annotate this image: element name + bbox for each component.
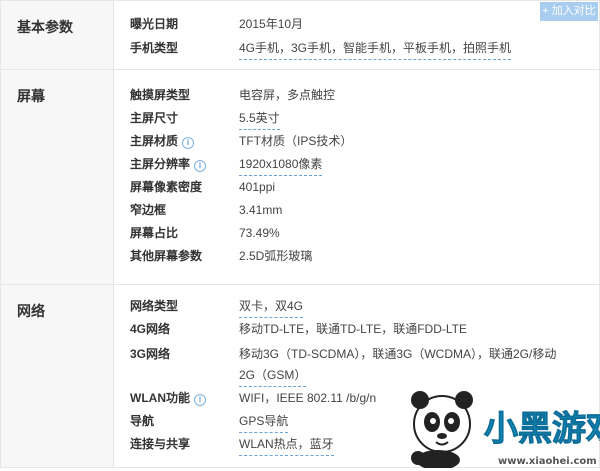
spec-row-screen-material: 主屏材质 i TFT材质（IPS技术） [130,130,599,152]
spec-label: WLAN功能 [130,391,190,405]
spec-label: 屏幕占比 [130,226,179,240]
logo-url: www.xiaohei.com [498,456,597,467]
spec-label: 3G网络 [130,347,171,361]
spec-value: TFT材质（IPS技术） [239,134,353,148]
spec-label: 连接与共享 [130,437,191,451]
spec-label: 手机类型 [130,41,179,55]
spec-value-link[interactable]: 双卡，双4G [239,295,304,318]
category-title: 屏幕 [17,88,45,104]
spec-label: 窄边框 [130,203,167,217]
info-icon[interactable]: i [194,394,206,406]
panda-logo-icon: 小黑游戏 www.xiaohei.com [411,391,600,470]
spec-label-wrap: WLAN功能 i [130,387,206,409]
spec-row-other-screen: 其他屏幕参数 2.5D弧形玻璃 [130,245,599,267]
spec-value: 2015年10月 [239,17,304,31]
spec-row-touch-type: 触摸屏类型 电容屏，多点触控 [130,84,599,106]
spec-value: 73.49% [239,226,280,240]
info-icon[interactable]: i [182,137,195,149]
spec-row-3g-cont: 2G（GSM） [130,364,599,387]
spec-value: 移动TD-LTE，联通TD-LTE，联通FDD-LTE [239,322,467,336]
spec-label-wrap: 主屏材质 i [130,130,195,152]
spec-row-phone-type: 手机类型 4G手机，3G手机，智能手机，平板手机，拍照手机 [130,37,599,60]
spec-value: 401ppi [239,180,276,194]
category-title: 网络 [17,303,45,319]
spec-label: 网络类型 [130,299,179,313]
spec-value: 2.5D弧形玻璃 [239,249,313,263]
spec-label: 屏幕像素密度 [130,180,203,194]
category-column: 基本参数 [1,1,114,69]
spec-label: 其他屏幕参数 [130,249,203,263]
category-title: 基本参数 [17,19,73,35]
spec-row-4g: 4G网络 移动TD-LTE，联通TD-LTE，联通FDD-LTE [130,318,599,340]
spec-label: 触摸屏类型 [130,88,191,102]
section-basic: 基本参数 曝光日期 2015年10月 手机类型 4G手机，3G手机，智能手机，平… [1,1,599,69]
spec-row-release-date: 曝光日期 2015年10月 [130,13,599,35]
category-column: 屏幕 [1,70,114,284]
spec-value-link[interactable]: GPS导航 [239,410,289,433]
spec-row-3g: 3G网络 移动3G（TD-SCDMA），联通3G（WCDMA），联通2G/移动 [130,343,599,365]
spec-value: 电容屏，多点触控 [239,88,336,102]
spec-label-wrap: 主屏分辨率 i [130,153,207,175]
spec-row-network-type: 网络类型 双卡，双4G [130,295,599,318]
spec-label: 导航 [130,414,155,428]
spec-row-pixel-density: 屏幕像素密度 401ppi [130,176,599,198]
spec-value: WIFI，IEEE 802.11 /b/g/n [239,391,377,405]
spec-label: 4G网络 [130,322,171,336]
spec-label: 主屏尺寸 [130,111,179,125]
spec-row-bezel: 窄边框 3.41mm [130,199,599,221]
spec-value-link[interactable]: 2G（GSM） [239,364,307,387]
spec-row-screen-size: 主屏尺寸 5.5英寸 [130,107,599,130]
spec-value-link[interactable]: 4G手机，3G手机，智能手机，平板手机，拍照手机 [239,37,512,60]
xiaohei-watermark-logo: 小黑游戏 www.xiaohei.com [398,384,600,470]
spec-row-resolution: 主屏分辨率 i 1920x1080像素 [130,153,599,176]
spec-value-link[interactable]: WLAN热点，蓝牙 [239,433,334,456]
spec-value-link[interactable]: 1920x1080像素 [239,153,323,176]
spec-label: 曝光日期 [130,17,179,31]
logo-text: 小黑游戏 [484,409,600,449]
spec-value: 3.41mm [239,203,283,217]
spec-row-screen-ratio: 屏幕占比 73.49% [130,222,599,244]
section-screen: 屏幕 触摸屏类型 电容屏，多点触控 主屏尺寸 5.5英寸 主屏材质 i TFT材质… [1,70,599,284]
category-column: 网络 [1,285,114,467]
spec-label: 主屏材质 [130,134,179,148]
info-icon[interactable]: i [194,160,207,172]
spec-label: 主屏分辨率 [130,157,191,171]
spec-value: 移动3G（TD-SCDMA），联通3G（WCDMA），联通2G/移动 [239,347,557,361]
spec-value-link[interactable]: 5.5英寸 [239,107,280,130]
